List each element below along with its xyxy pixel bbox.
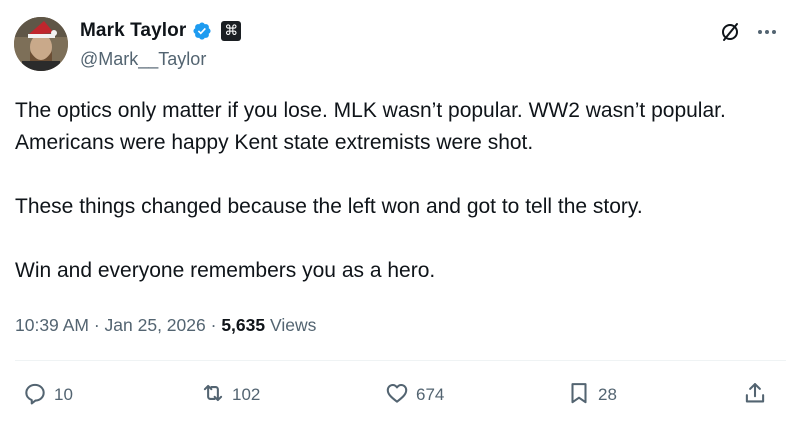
tweet-paragraph: The optics only matter if you lose. MLK … [15, 99, 726, 154]
verified-badge-icon[interactable] [192, 21, 212, 41]
author-name[interactable]: Mark Taylor [80, 19, 186, 43]
tweet-paragraph: These things changed because the left wo… [15, 195, 643, 218]
avatar[interactable] [14, 17, 68, 71]
share-icon [742, 380, 768, 411]
tweet-text: The optics only matter if you lose. MLK … [15, 95, 785, 287]
repost-icon [200, 380, 226, 411]
like-button[interactable]: 674 [384, 378, 444, 412]
like-count: 674 [416, 385, 445, 404]
share-button[interactable] [742, 378, 768, 412]
action-bar: 10 102 674 28 [0, 378, 801, 412]
tweet-paragraph: Win and everyone remembers you as a hero… [15, 259, 436, 282]
reply-icon [22, 380, 48, 411]
affiliation-badge-icon[interactable]: ⌘ [221, 21, 242, 41]
avatar-image [14, 17, 68, 71]
tweet-time[interactable]: 10:39 AM [15, 315, 89, 335]
tweet-date[interactable]: Jan 25, 2026 [105, 315, 206, 335]
tweet-meta: 10:39 AM · Jan 25, 2026 · 5,635 Views [15, 312, 316, 338]
bookmark-button[interactable]: 28 [566, 378, 617, 412]
reply-count: 10 [54, 385, 73, 404]
bookmark-icon [566, 380, 592, 411]
reply-button[interactable]: 10 [22, 378, 73, 412]
bookmark-count: 28 [598, 385, 617, 404]
more-icon[interactable] [755, 20, 779, 44]
author-name-row: Mark Taylor ⌘ [80, 19, 242, 43]
meta-separator: · [93, 315, 100, 335]
meta-separator: · [210, 315, 217, 335]
views-count[interactable]: 5,635 [221, 315, 265, 335]
author-handle[interactable]: @Mark__Taylor [80, 47, 206, 71]
heart-icon [384, 380, 410, 411]
divider [15, 360, 786, 361]
views-label: Views [269, 315, 317, 335]
repost-button[interactable]: 102 [200, 378, 260, 412]
grok-icon[interactable] [718, 20, 742, 44]
repost-count: 102 [232, 385, 261, 404]
